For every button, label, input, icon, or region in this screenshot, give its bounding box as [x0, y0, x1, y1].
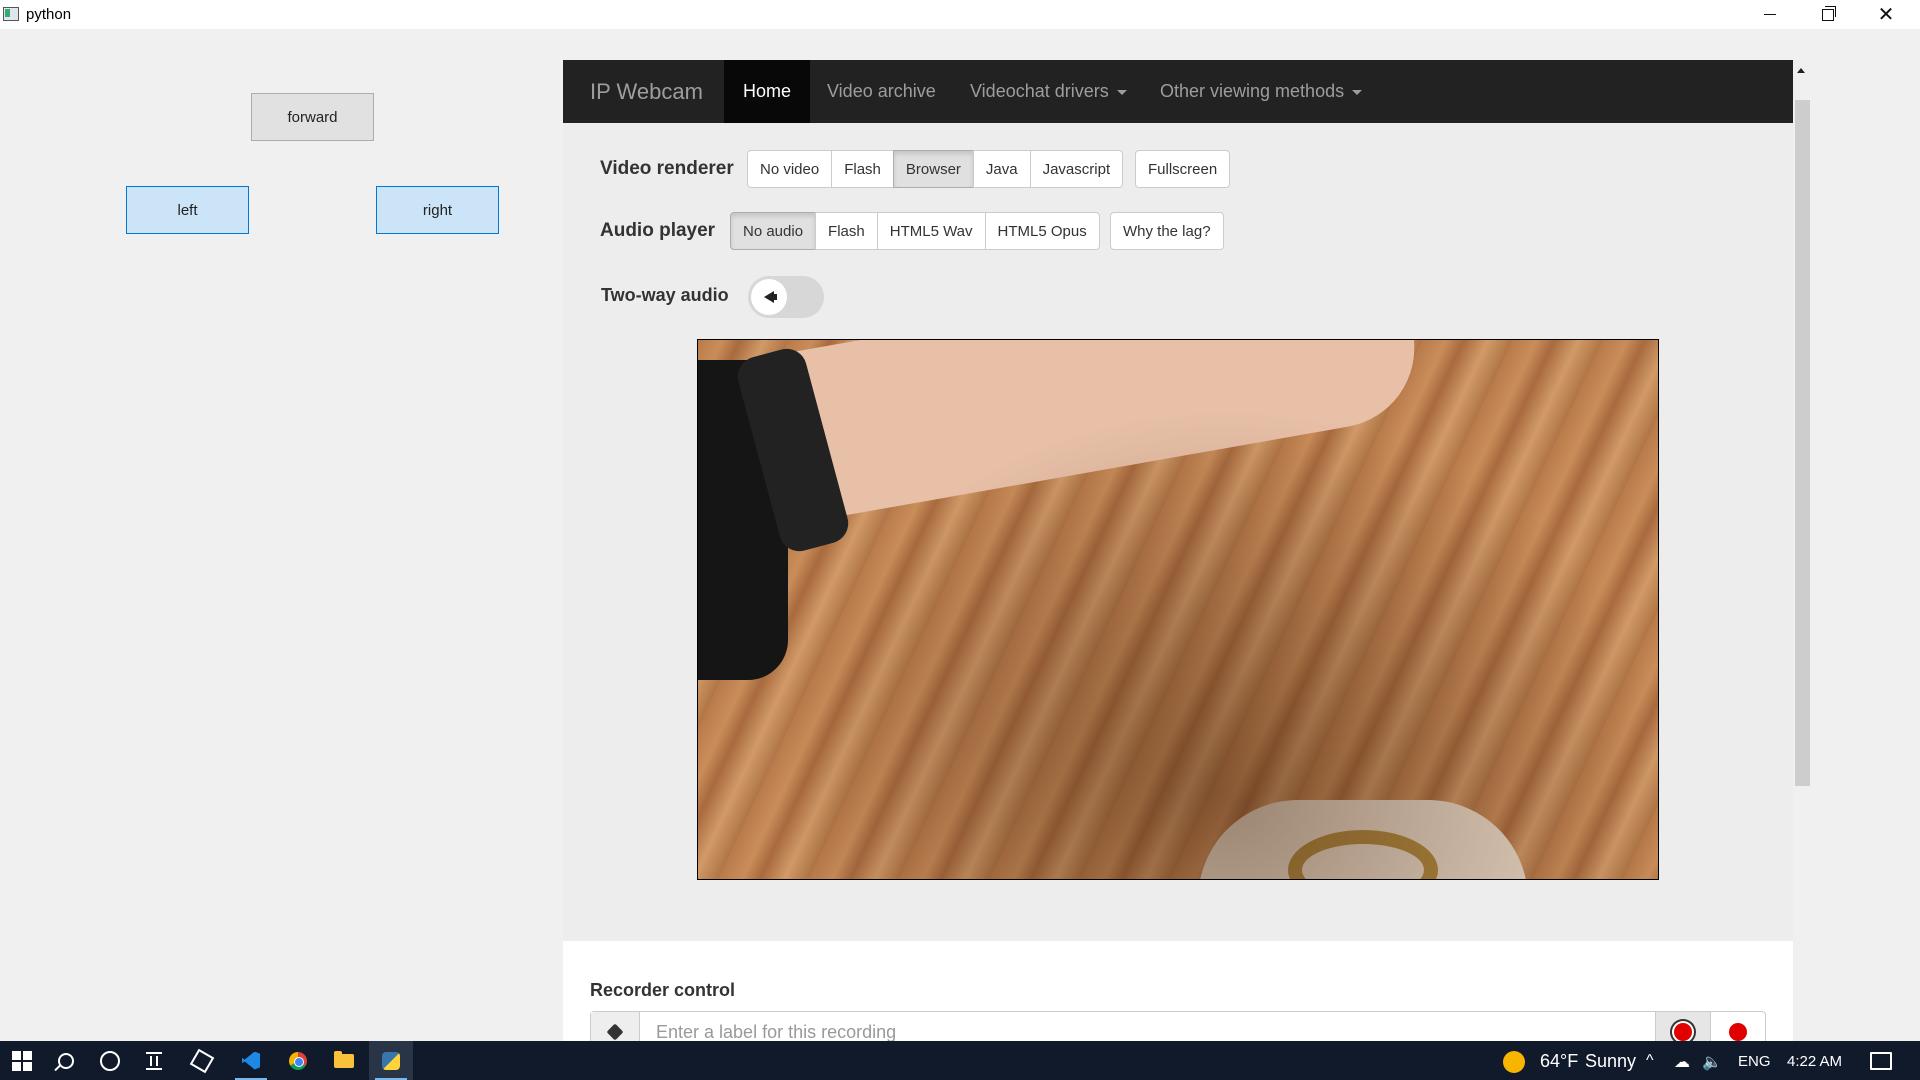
forward-button[interactable]: forward	[251, 93, 374, 141]
fullscreen-group: Fullscreen	[1135, 150, 1231, 188]
nav-video-archive[interactable]: Video archive	[827, 60, 936, 123]
tag-icon	[606, 1023, 624, 1041]
left-button[interactable]: left	[126, 186, 249, 234]
scroll-thumb[interactable]	[1795, 100, 1810, 786]
fullscreen-button[interactable]: Fullscreen	[1135, 150, 1231, 188]
live-video-feed	[697, 339, 1659, 880]
windows-logo-icon	[12, 1050, 32, 1071]
vertical-scrollbar[interactable]	[1793, 60, 1810, 1041]
language-indicator[interactable]: ENG	[1738, 1053, 1771, 1070]
nav-other-viewing-methods[interactable]: Other viewing methods	[1160, 60, 1363, 123]
window-title-bar: python ✕	[0, 0, 1920, 29]
recorder-title: Recorder control	[590, 980, 736, 1000]
python-taskbar-item[interactable]	[369, 1041, 413, 1080]
why-lag-group: Why the lag?	[1110, 212, 1224, 250]
close-icon: ✕	[1877, 4, 1895, 26]
weather-temp[interactable]: 64°F	[1540, 1051, 1578, 1072]
file-explorer-taskbar-item[interactable]	[322, 1041, 366, 1080]
notification-icon[interactable]	[1870, 1052, 1892, 1070]
python-icon	[382, 1051, 400, 1070]
video-flash-button[interactable]: Flash	[831, 150, 894, 188]
audio-flash-button[interactable]: Flash	[815, 212, 878, 250]
minimize-button[interactable]	[1741, 0, 1799, 29]
video-browser-button[interactable]: Browser	[892, 150, 974, 188]
restore-button[interactable]	[1799, 0, 1857, 29]
recording-label-input[interactable]	[640, 1012, 1655, 1041]
python-app-icon	[3, 7, 19, 21]
folder-icon	[334, 1050, 354, 1068]
vscode-taskbar-item[interactable]	[229, 1041, 273, 1080]
clock[interactable]: 4:22 AM	[1787, 1053, 1842, 1070]
two-way-audio-toggle[interactable]	[748, 276, 824, 318]
recorder-panel: Recorder control	[563, 941, 1793, 1041]
nav-other-viewing-methods-label: Other viewing methods	[1160, 81, 1345, 101]
restore-icon	[1822, 5, 1836, 21]
chrome-icon	[289, 1051, 307, 1070]
video-renderer-label: Video renderer	[600, 158, 734, 179]
audio-html5-wav-button[interactable]: HTML5 Wav	[876, 212, 986, 250]
search-icon	[58, 1052, 74, 1069]
windows-taskbar: 64°F Sunny ^ ☁ 🔈 ENG 4:22 AM	[0, 1041, 1920, 1080]
minimize-icon	[1764, 14, 1776, 15]
scroll-up-arrow-icon[interactable]	[1797, 68, 1805, 73]
audio-html5-opus-button[interactable]: HTML5 Opus	[984, 212, 1100, 250]
navbar-brand[interactable]: IP Webcam	[590, 79, 703, 105]
3d-viewer-taskbar-item[interactable]	[180, 1041, 224, 1080]
audio-player-group: No audio Flash HTML5 Wav HTML5 Opus	[730, 212, 1100, 250]
start-button[interactable]	[0, 1041, 44, 1080]
record-toggle-button[interactable]	[1655, 1012, 1710, 1041]
vscode-icon	[242, 1051, 260, 1070]
two-way-audio-label: Two-way audio	[601, 285, 729, 305]
audio-player-label: Audio player	[600, 220, 716, 241]
video-shade	[698, 340, 1658, 879]
video-renderer-group: No video Flash Browser Java Javascript	[747, 150, 1124, 188]
top-navbar: IP Webcam Home Video archive Videochat d…	[563, 60, 1793, 123]
nav-home[interactable]: Home	[724, 60, 811, 123]
record-dot-icon	[1729, 1023, 1747, 1041]
record-button[interactable]	[1710, 1012, 1765, 1041]
right-button[interactable]: right	[376, 186, 499, 234]
caret-down-icon	[1352, 90, 1363, 95]
nav-videochat-drivers-label: Videochat drivers	[970, 81, 1109, 101]
close-button[interactable]: ✕	[1857, 0, 1915, 29]
chevron-up-icon[interactable]: ^	[1646, 1052, 1654, 1070]
network-icon[interactable]: ☁	[1674, 1052, 1690, 1072]
window-title: python	[26, 6, 72, 23]
video-no-video-button[interactable]: No video	[747, 150, 833, 188]
tag-addon	[591, 1012, 640, 1041]
search-button[interactable]	[44, 1041, 88, 1080]
cortana-icon	[100, 1050, 120, 1071]
task-view-icon	[146, 1051, 162, 1070]
toggle-knob	[751, 279, 787, 315]
chrome-taskbar-item[interactable]	[276, 1041, 320, 1080]
cortana-button[interactable]	[88, 1041, 132, 1080]
video-java-button[interactable]: Java	[972, 150, 1031, 188]
weather-desc[interactable]: Sunny	[1585, 1051, 1636, 1072]
volume-icon[interactable]: 🔈	[1702, 1052, 1722, 1072]
megaphone-icon	[764, 291, 777, 303]
audio-no-audio-button[interactable]: No audio	[730, 212, 817, 250]
sun-icon	[1503, 1051, 1525, 1073]
nav-videochat-drivers[interactable]: Videochat drivers	[970, 60, 1127, 123]
caret-down-icon	[1116, 90, 1127, 95]
cube-icon	[189, 1048, 215, 1073]
video-javascript-button[interactable]: Javascript	[1029, 150, 1124, 188]
task-view-button[interactable]	[132, 1041, 176, 1080]
webcam-web-view: IP Webcam Home Video archive Videochat d…	[563, 60, 1793, 1041]
record-ring-icon	[1674, 1023, 1692, 1041]
why-the-lag-button[interactable]: Why the lag?	[1110, 212, 1224, 250]
recorder-input-group	[590, 1011, 1766, 1041]
